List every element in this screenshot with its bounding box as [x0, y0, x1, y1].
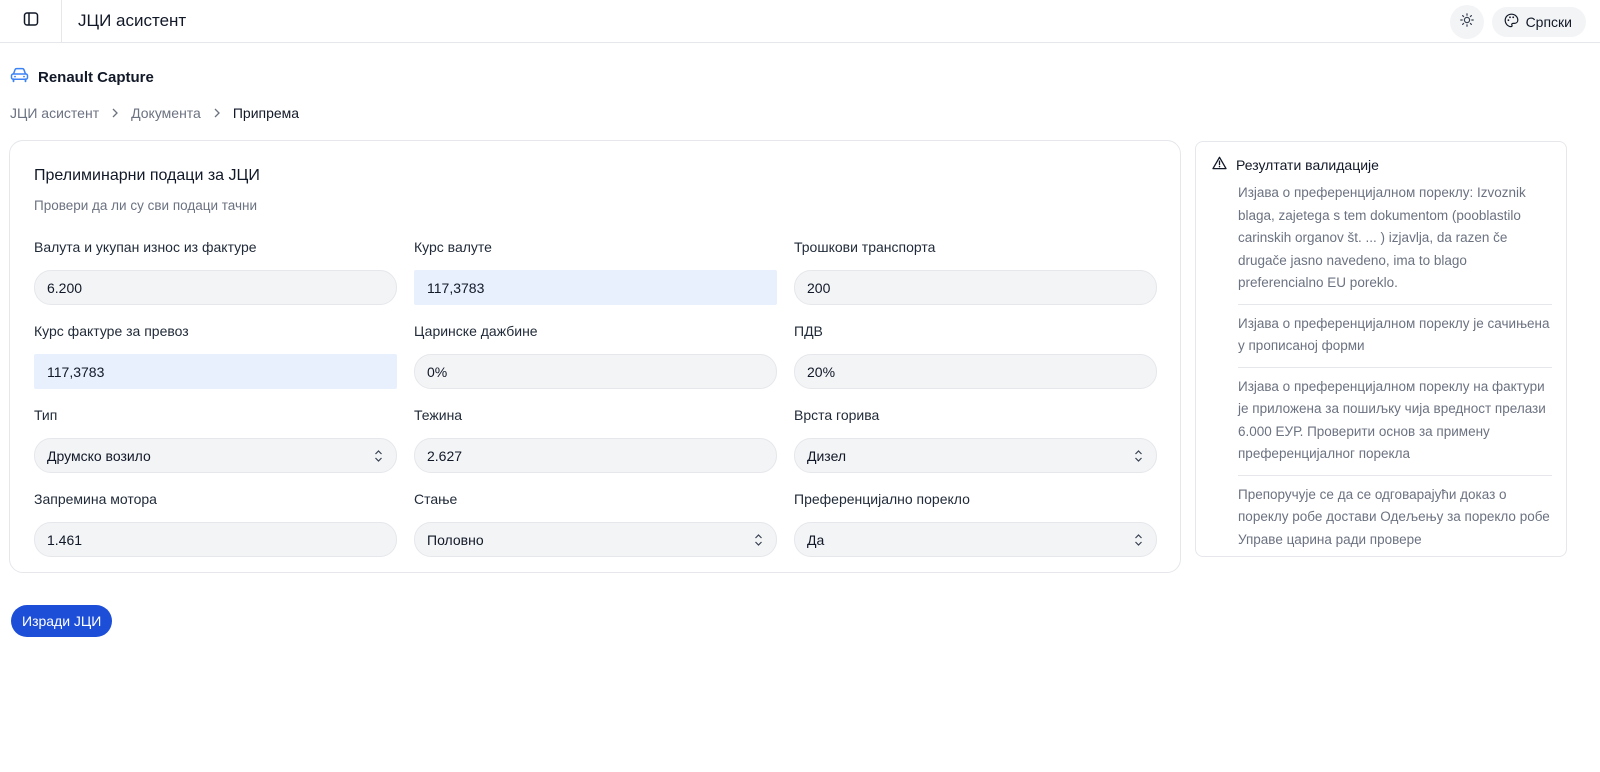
language-label: Српски — [1525, 14, 1572, 30]
condition-select[interactable]: Половно — [414, 522, 777, 557]
vehicle-name: Renault Capture — [38, 68, 154, 86]
app-title: ЈЦИ асистент — [78, 11, 187, 30]
validation-title: Резултати валидације — [1236, 156, 1379, 173]
field-condition: Стање Половно — [414, 491, 777, 557]
chevron-up-down-icon — [1133, 533, 1144, 550]
top-bar: ЈЦИ асистент Српски — [0, 0, 1600, 43]
field-label: Преференцијално порекло — [794, 491, 970, 507]
breadcrumb-item-documents[interactable]: Документа — [131, 105, 201, 121]
field-vat: ПДВ 20% — [794, 323, 1157, 389]
transport-invoice-rate-input[interactable]: 117,3783 — [34, 354, 397, 389]
select-value: Да — [807, 531, 825, 548]
topbar-actions: Српски — [1449, 5, 1586, 39]
warning-triangle-icon — [1212, 156, 1227, 173]
palette-icon — [1504, 13, 1519, 31]
field-label: Курс валуте — [414, 239, 492, 255]
field-label: Запремина мотора — [34, 491, 157, 507]
validation-item: Изјава о преференцијалном пореклу: Izvoz… — [1238, 182, 1552, 305]
weight-input[interactable]: 2.627 — [414, 438, 777, 473]
vehicle-title: Renault Capture — [10, 67, 154, 87]
validation-results-panel: Резултати валидације Изјава о преференци… — [1195, 141, 1567, 557]
field-weight: Тежина 2.627 — [414, 407, 777, 473]
fuel-type-select[interactable]: Дизел — [794, 438, 1157, 473]
validation-item: Изјава о преференцијалном пореклу је сач… — [1238, 313, 1552, 368]
breadcrumb-item-assistant[interactable]: ЈЦИ асистент — [10, 105, 99, 121]
car-icon — [10, 67, 29, 87]
validation-item: Изјава о преференцијалном пореклу на фак… — [1238, 376, 1552, 476]
field-label: Тип — [34, 407, 58, 423]
field-fuel-type: Врста горива Дизел — [794, 407, 1157, 473]
card-title: Прелиминарни подаци за ЈЦИ — [34, 167, 260, 184]
field-exchange-rate: Курс валуте 117,3783 — [414, 239, 777, 305]
field-label: Тежина — [414, 407, 463, 423]
engine-volume-input[interactable]: 1.461 — [34, 522, 397, 557]
select-value: Половно — [427, 531, 484, 548]
sidebar-toggle-button[interactable] — [0, 0, 62, 43]
theme-toggle-button[interactable] — [1449, 5, 1484, 39]
exchange-rate-input[interactable]: 117,3783 — [414, 270, 777, 305]
transport-costs-input[interactable]: 200 — [794, 270, 1157, 305]
field-label: Врста горива — [794, 407, 880, 423]
preferential-origin-select[interactable]: Да — [794, 522, 1157, 557]
sun-icon — [1459, 12, 1474, 32]
chevron-right-icon — [111, 105, 119, 121]
field-transport-invoice-rate: Курс фактуре за превоз 117,3783 — [34, 323, 397, 389]
field-label: Стање — [414, 491, 458, 507]
create-jci-button[interactable]: Изради ЈЦИ — [11, 605, 113, 637]
language-selector-button[interactable]: Српски — [1491, 7, 1586, 37]
form-grid: Валута и укупан износ из фактуре 6.200 К… — [34, 239, 1157, 557]
select-value: Дизел — [807, 447, 847, 464]
chevron-up-down-icon — [1133, 449, 1144, 466]
field-transport-costs: Трошкови транспорта 200 — [794, 239, 1157, 305]
validation-list: Изјава о преференцијалном пореклу: Izvoz… — [1238, 182, 1552, 568]
chevron-right-icon — [213, 105, 221, 121]
field-type: Тип Друмско возило — [34, 407, 397, 473]
preliminary-data-card: Прелиминарни подаци за ЈЦИ Провери да ли… — [9, 140, 1181, 573]
field-label: Трошкови транспорта — [794, 239, 936, 255]
sidebar-panel-icon — [23, 11, 39, 32]
field-customs-duties: Царинске дажбине 0% — [414, 323, 777, 389]
field-label: Валута и укупан износ из фактуре — [34, 239, 257, 255]
field-invoice-amount: Валута и укупан износ из фактуре 6.200 — [34, 239, 397, 305]
breadcrumb: ЈЦИ асистент Документа Припрема — [10, 105, 299, 121]
invoice-amount-input[interactable]: 6.200 — [34, 270, 397, 305]
customs-duties-input[interactable]: 0% — [414, 354, 777, 389]
breadcrumb-item-current: Припрема — [232, 105, 300, 121]
card-subtitle: Провери да ли су сви подаци тачни — [34, 198, 258, 213]
field-engine-volume: Запремина мотора 1.461 — [34, 491, 397, 557]
chevron-up-down-icon — [373, 449, 384, 466]
field-label: Царинске дажбине — [414, 323, 538, 339]
select-value: Друмско возило — [47, 447, 151, 464]
field-preferential-origin: Преференцијално порекло Да — [794, 491, 1157, 557]
field-label: Курс фактуре за превоз — [34, 323, 189, 339]
field-label: ПДВ — [794, 323, 823, 339]
vat-input[interactable]: 20% — [794, 354, 1157, 389]
chevron-up-down-icon — [753, 533, 764, 550]
type-select[interactable]: Друмско возило — [34, 438, 397, 473]
validation-header: Резултати валидације — [1212, 156, 1379, 173]
validation-item: Препоручује се да се одговарајући доказ … — [1238, 486, 1550, 547]
